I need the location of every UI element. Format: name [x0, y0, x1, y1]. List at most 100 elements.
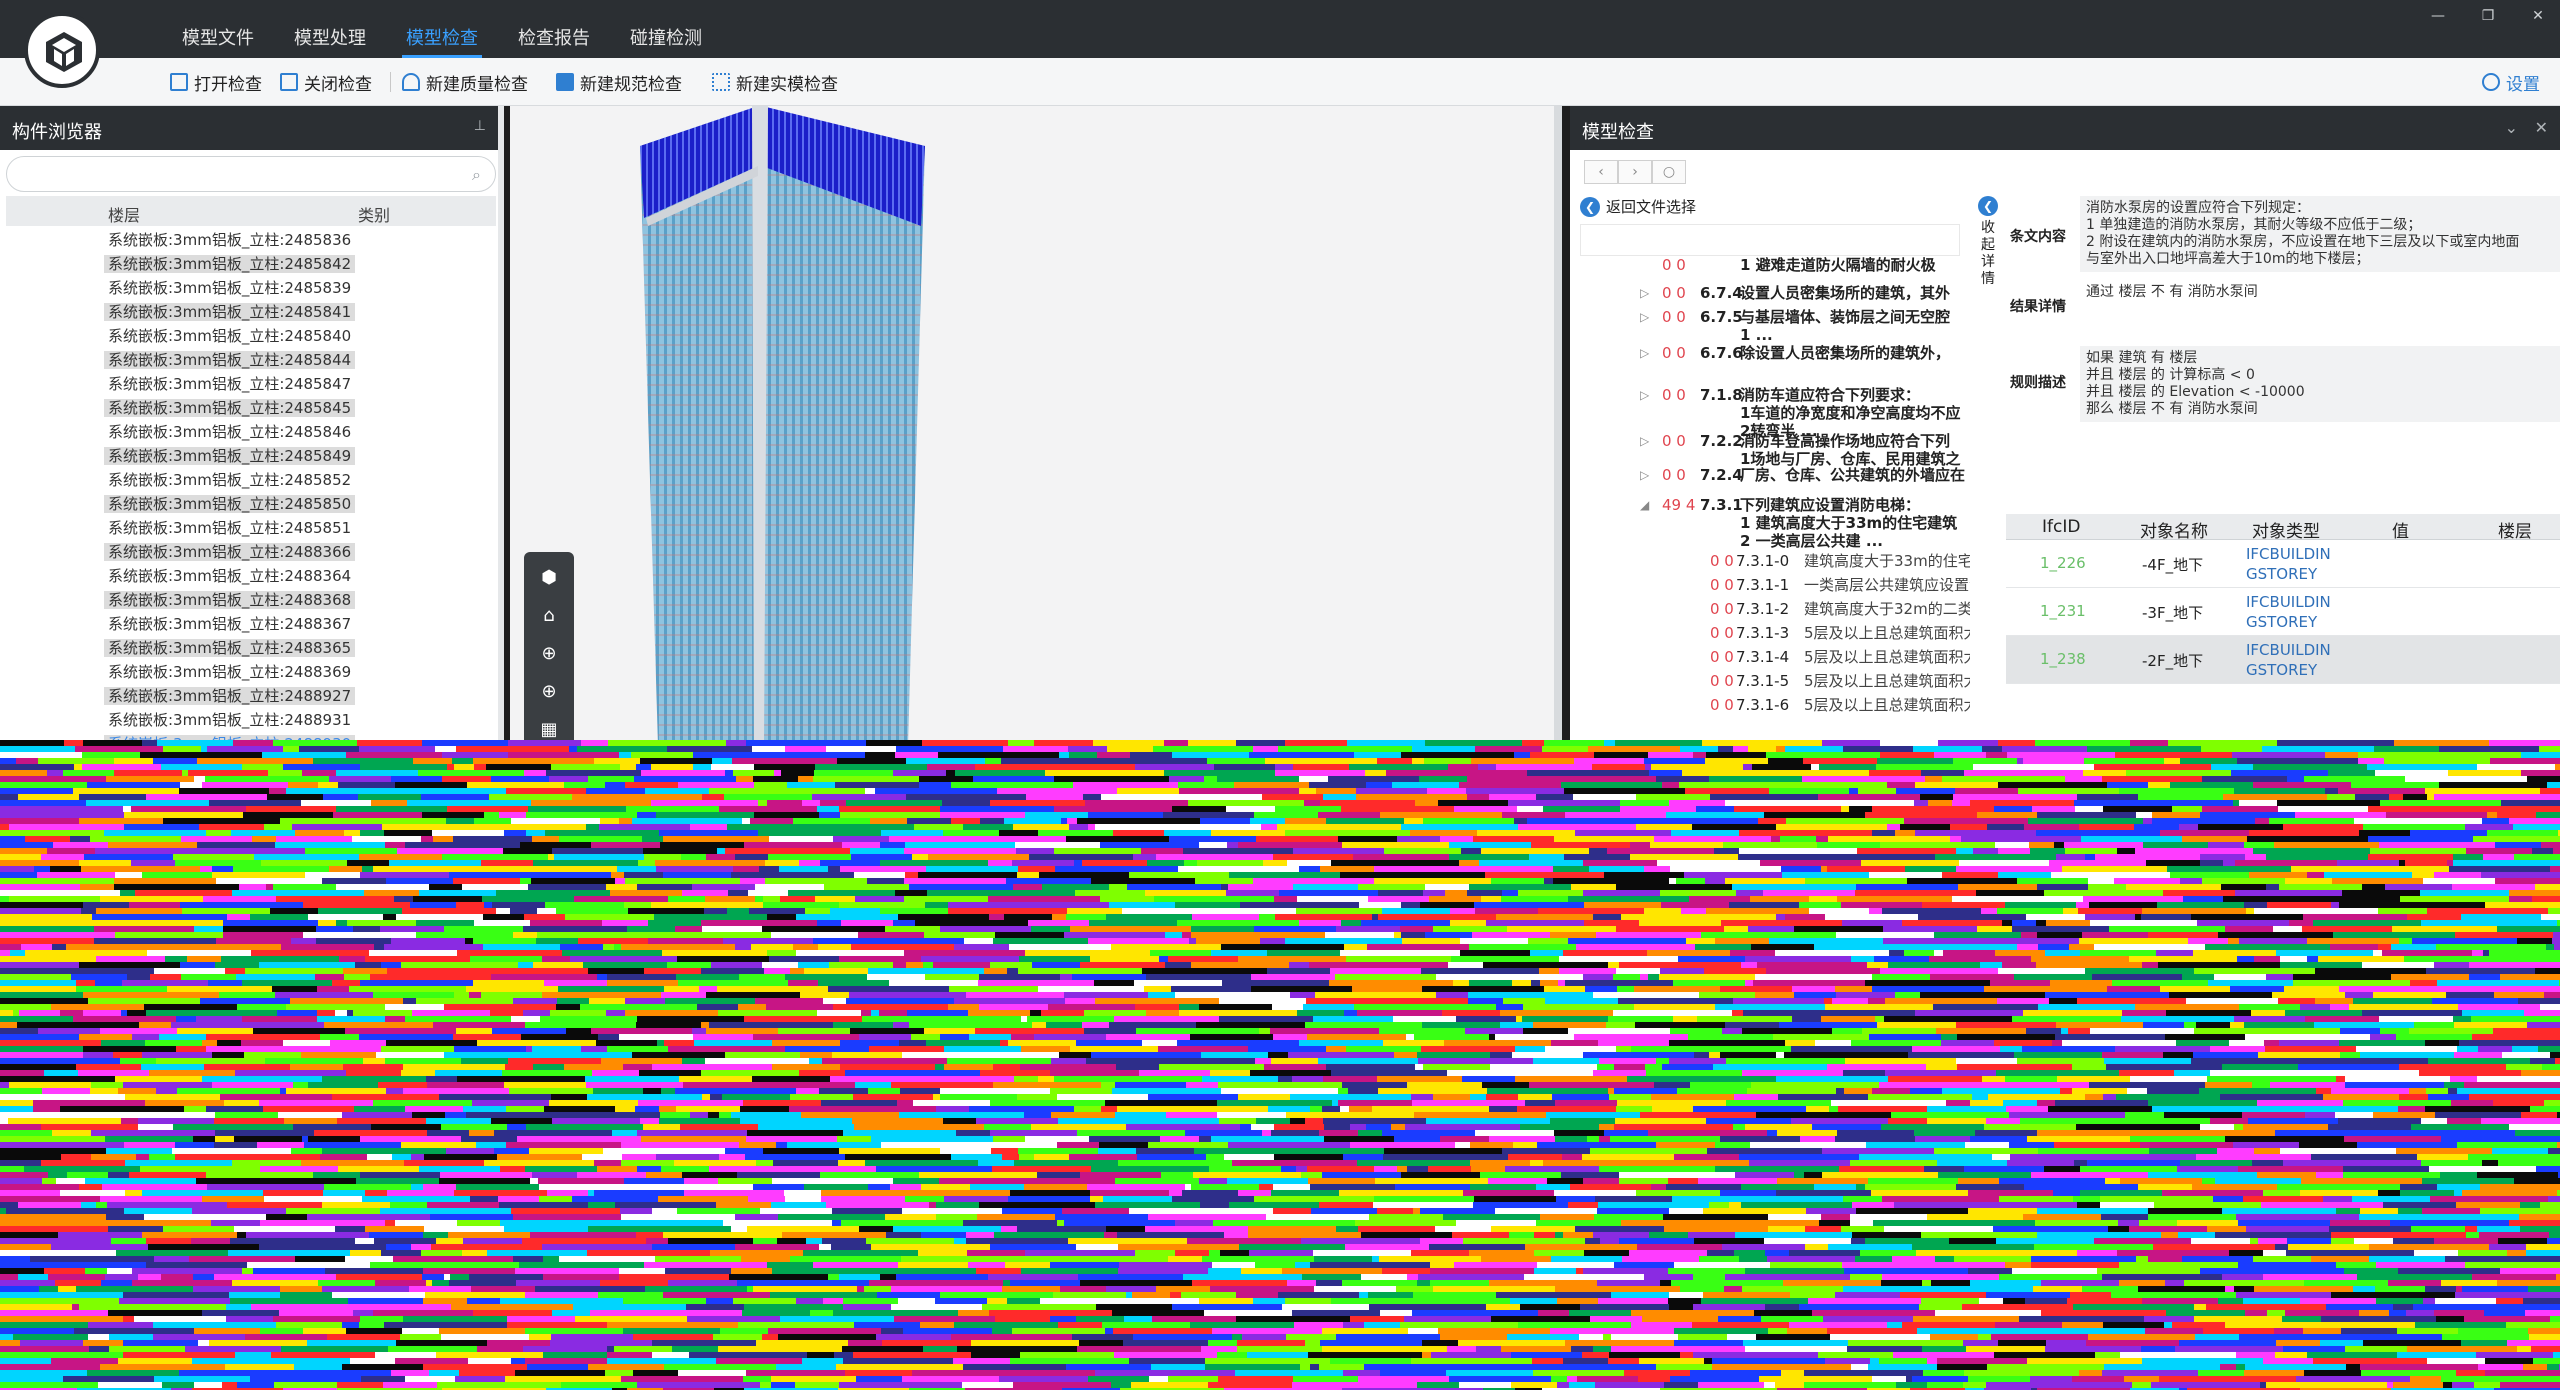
new-standard-check-button[interactable]: 新建规范检查: [556, 70, 682, 95]
ifc-id[interactable]: 1_231: [2040, 602, 2086, 620]
close-check-label: 关闭检查: [304, 74, 372, 95]
component-list-item[interactable]: 系统嵌板:3mm铝板_立柱:2485844: [6, 348, 496, 372]
component-list-item[interactable]: 系统嵌板:3mm铝板_立柱:2485847: [6, 372, 496, 396]
rule-code: 7.2.2: [1700, 432, 1743, 450]
rule-text: 5层及以上且总建筑面积大于: [1804, 624, 1970, 642]
menu-tab-model-file[interactable]: 模型文件: [182, 24, 254, 50]
expand-arrow-icon[interactable]: ▷: [1640, 308, 1649, 326]
grid-icon[interactable]: ▦: [537, 718, 561, 742]
component-list-item[interactable]: 系统嵌板:3mm铝板_立柱:2485839: [6, 276, 496, 300]
table-row[interactable]: 1_238 -2F_地下 IFCBUILDIN GSTOREY: [2006, 636, 2560, 684]
rule-code: 7.3.1-2: [1736, 600, 1790, 618]
column-floor[interactable]: 楼层: [2498, 517, 2532, 542]
rule-text: 5层及以上且总建筑面积大于: [1804, 648, 1970, 666]
home-view-icon[interactable]: ⌂: [537, 604, 561, 628]
object-name: -2F_地下: [2142, 652, 2204, 670]
rule-line: 并且 楼层 的 Elevation < -10000: [2086, 384, 2305, 400]
zoom-fit-icon[interactable]: ⊕: [537, 642, 561, 666]
rule-code: 6.7.6: [1700, 344, 1743, 362]
component-list-item[interactable]: 系统嵌板:3mm铝板_立柱:2485852: [6, 468, 496, 492]
menu-tab-model-process[interactable]: 模型处理: [294, 24, 366, 50]
object-type-line: IFCBUILDIN: [2246, 593, 2331, 611]
restore-button[interactable]: ❐: [2476, 6, 2500, 26]
close-icon[interactable]: ✕: [2535, 118, 2548, 137]
component-list-item[interactable]: 系统嵌板:3mm铝板_立柱:2485841: [6, 300, 496, 324]
expanded-arrow-icon[interactable]: ◢: [1640, 496, 1649, 514]
expand-arrow-icon[interactable]: ▷: [1640, 344, 1649, 362]
expand-arrow-icon[interactable]: ▷: [1640, 466, 1649, 484]
expand-arrow-icon[interactable]: ▷: [1640, 284, 1649, 302]
model-viewport[interactable]: ⬢ ⌂ ⊕ ⊕ ▦: [510, 106, 1562, 746]
component-search-input[interactable]: ⌕: [6, 156, 496, 192]
new-quality-check-button[interactable]: 新建质量检查: [402, 70, 528, 95]
chevron-down-icon[interactable]: ⌄: [2505, 118, 2518, 137]
component-item-label: 系统嵌板:3mm铝板_立柱:2485842: [104, 255, 356, 273]
object-type-line: IFCBUILDIN: [2246, 545, 2331, 563]
component-list-item[interactable]: 系统嵌板:3mm铝板_立柱:2485851: [6, 516, 496, 540]
back-to-file-select-link[interactable]: ❮ 返回文件选择: [1580, 196, 1696, 217]
collapse-arrow-icon: ❮: [1978, 196, 1998, 216]
close-check-button[interactable]: 关闭检查: [280, 70, 372, 95]
component-list-item[interactable]: 系统嵌板:3mm铝板_立柱:2485845: [6, 396, 496, 420]
expand-arrow-icon[interactable]: ▷: [1640, 432, 1649, 450]
result-text: 通过 楼层 不 有 消防水泵间: [2080, 280, 2560, 332]
column-object-name[interactable]: 对象名称: [2140, 517, 2208, 542]
component-list-item[interactable]: 系统嵌板:3mm铝板_立柱:2488931: [6, 708, 496, 732]
model-check-panel: 模型检查 ⌄ ✕ ‹ › ○ ❮ 返回文件选择 0 0 1 避难走道防火隔墙的耐火…: [1570, 106, 2560, 746]
prev-icon[interactable]: ‹: [1584, 160, 1618, 184]
component-list-item[interactable]: 系统嵌板:3mm铝板_立柱:2485840: [6, 324, 496, 348]
column-ifcid[interactable]: IfcID: [2042, 517, 2080, 537]
component-list-item[interactable]: 系统嵌板:3mm铝板_立柱:2488366: [6, 540, 496, 564]
rule-text-continuation: 1 ...: [1740, 326, 1773, 344]
menu-tab-model-check[interactable]: 模型检查: [402, 24, 482, 58]
rule-code: 7.2.4: [1700, 466, 1743, 484]
column-floor[interactable]: 楼层: [108, 202, 140, 226]
next-icon[interactable]: ›: [1618, 160, 1652, 184]
clause-line: 2 附设在建筑内的消防水泵房，不应设置在地下三层及以下或室内地面: [2086, 234, 2520, 250]
rule-line: 如果 建筑 有 楼层: [2086, 350, 2198, 366]
refresh-icon[interactable]: ○: [1652, 160, 1686, 184]
rule-code: 7.3.1-1: [1736, 576, 1790, 594]
rule-text-continuation: 2 一类高层公共建 ...: [1740, 532, 1883, 550]
pin-icon[interactable]: ⊥: [474, 118, 486, 134]
document-close-icon: [280, 73, 298, 91]
component-list-item[interactable]: 系统嵌板:3mm铝板_立柱:2488369: [6, 660, 496, 684]
zoom-in-icon[interactable]: ⊕: [537, 680, 561, 704]
column-value[interactable]: 值: [2392, 517, 2409, 542]
component-browser-panel: 构件浏览器 ⊥ ⌕ 楼层 类别 系统嵌板:3mm铝板_立柱:2485836 系统嵌…: [0, 106, 504, 746]
settings-button[interactable]: 设置: [2482, 70, 2540, 95]
collapse-details-button[interactable]: ❮ 收起详情: [1978, 196, 1998, 288]
component-list-item[interactable]: 系统嵌板:3mm铝板_立柱:2488364: [6, 564, 496, 588]
close-window-button[interactable]: ✕: [2526, 6, 2550, 26]
clause-label: 条文内容: [2010, 229, 2066, 245]
rule-search-input[interactable]: [1580, 224, 1960, 256]
component-list-item[interactable]: 系统嵌板:3mm铝板_立柱:2485836: [6, 228, 496, 252]
component-list-item[interactable]: 系统嵌板:3mm铝板_立柱:2488367: [6, 612, 496, 636]
component-list-item[interactable]: 系统嵌板:3mm铝板_立柱:2485850: [6, 492, 496, 516]
column-object-type[interactable]: 对象类型: [2252, 517, 2320, 542]
menu-tab-check-report[interactable]: 检查报告: [518, 24, 590, 50]
component-list-item[interactable]: 系统嵌板:3mm铝板_立柱:2488927: [6, 684, 496, 708]
expand-arrow-icon[interactable]: ▷: [1640, 386, 1649, 404]
component-item-label: 系统嵌板:3mm铝板_立柱:2488364: [108, 567, 352, 585]
component-list-item[interactable]: 系统嵌板:3mm铝板_立柱:2485849: [6, 444, 496, 468]
table-row[interactable]: 1_231 -3F_地下 IFCBUILDIN GSTOREY: [2006, 588, 2560, 636]
rule-tree: 0 0 1 避难走道防火隔墙的耐火极 ▷ 0 0 6.7.4 设置人员密集场所的建筑，其外…: [1580, 256, 1970, 746]
ifc-id[interactable]: 1_238: [2040, 650, 2086, 668]
component-list-item[interactable]: 系统嵌板:3mm铝板_立柱:2485846: [6, 420, 496, 444]
component-list-item[interactable]: 系统嵌板:3mm铝板_立柱:2485842: [6, 252, 496, 276]
new-real-model-check-button[interactable]: 新建实模检查: [712, 70, 838, 95]
rule-count: 0 0: [1662, 284, 1686, 302]
ifc-id[interactable]: 1_226: [2040, 554, 2086, 572]
minimize-button[interactable]: —: [2426, 6, 2450, 26]
menu-tab-clash-detection[interactable]: 碰撞检测: [630, 24, 702, 50]
component-list-item[interactable]: 系统嵌板:3mm铝板_立柱:2488368: [6, 588, 496, 612]
rule-count: 0 0: [1710, 600, 1734, 618]
cube-view-icon[interactable]: ⬢: [537, 566, 561, 590]
table-row[interactable]: 1_226 -4F_地下 IFCBUILDIN GSTOREY: [2006, 540, 2560, 588]
component-list-item[interactable]: 系统嵌板:3mm铝板_立柱:2488365: [6, 636, 496, 660]
open-check-button[interactable]: 打开检查: [170, 70, 262, 95]
rule-count: 49 4: [1662, 496, 1696, 514]
collapse-char: 详: [1981, 254, 1995, 270]
column-category[interactable]: 类别: [358, 202, 390, 226]
